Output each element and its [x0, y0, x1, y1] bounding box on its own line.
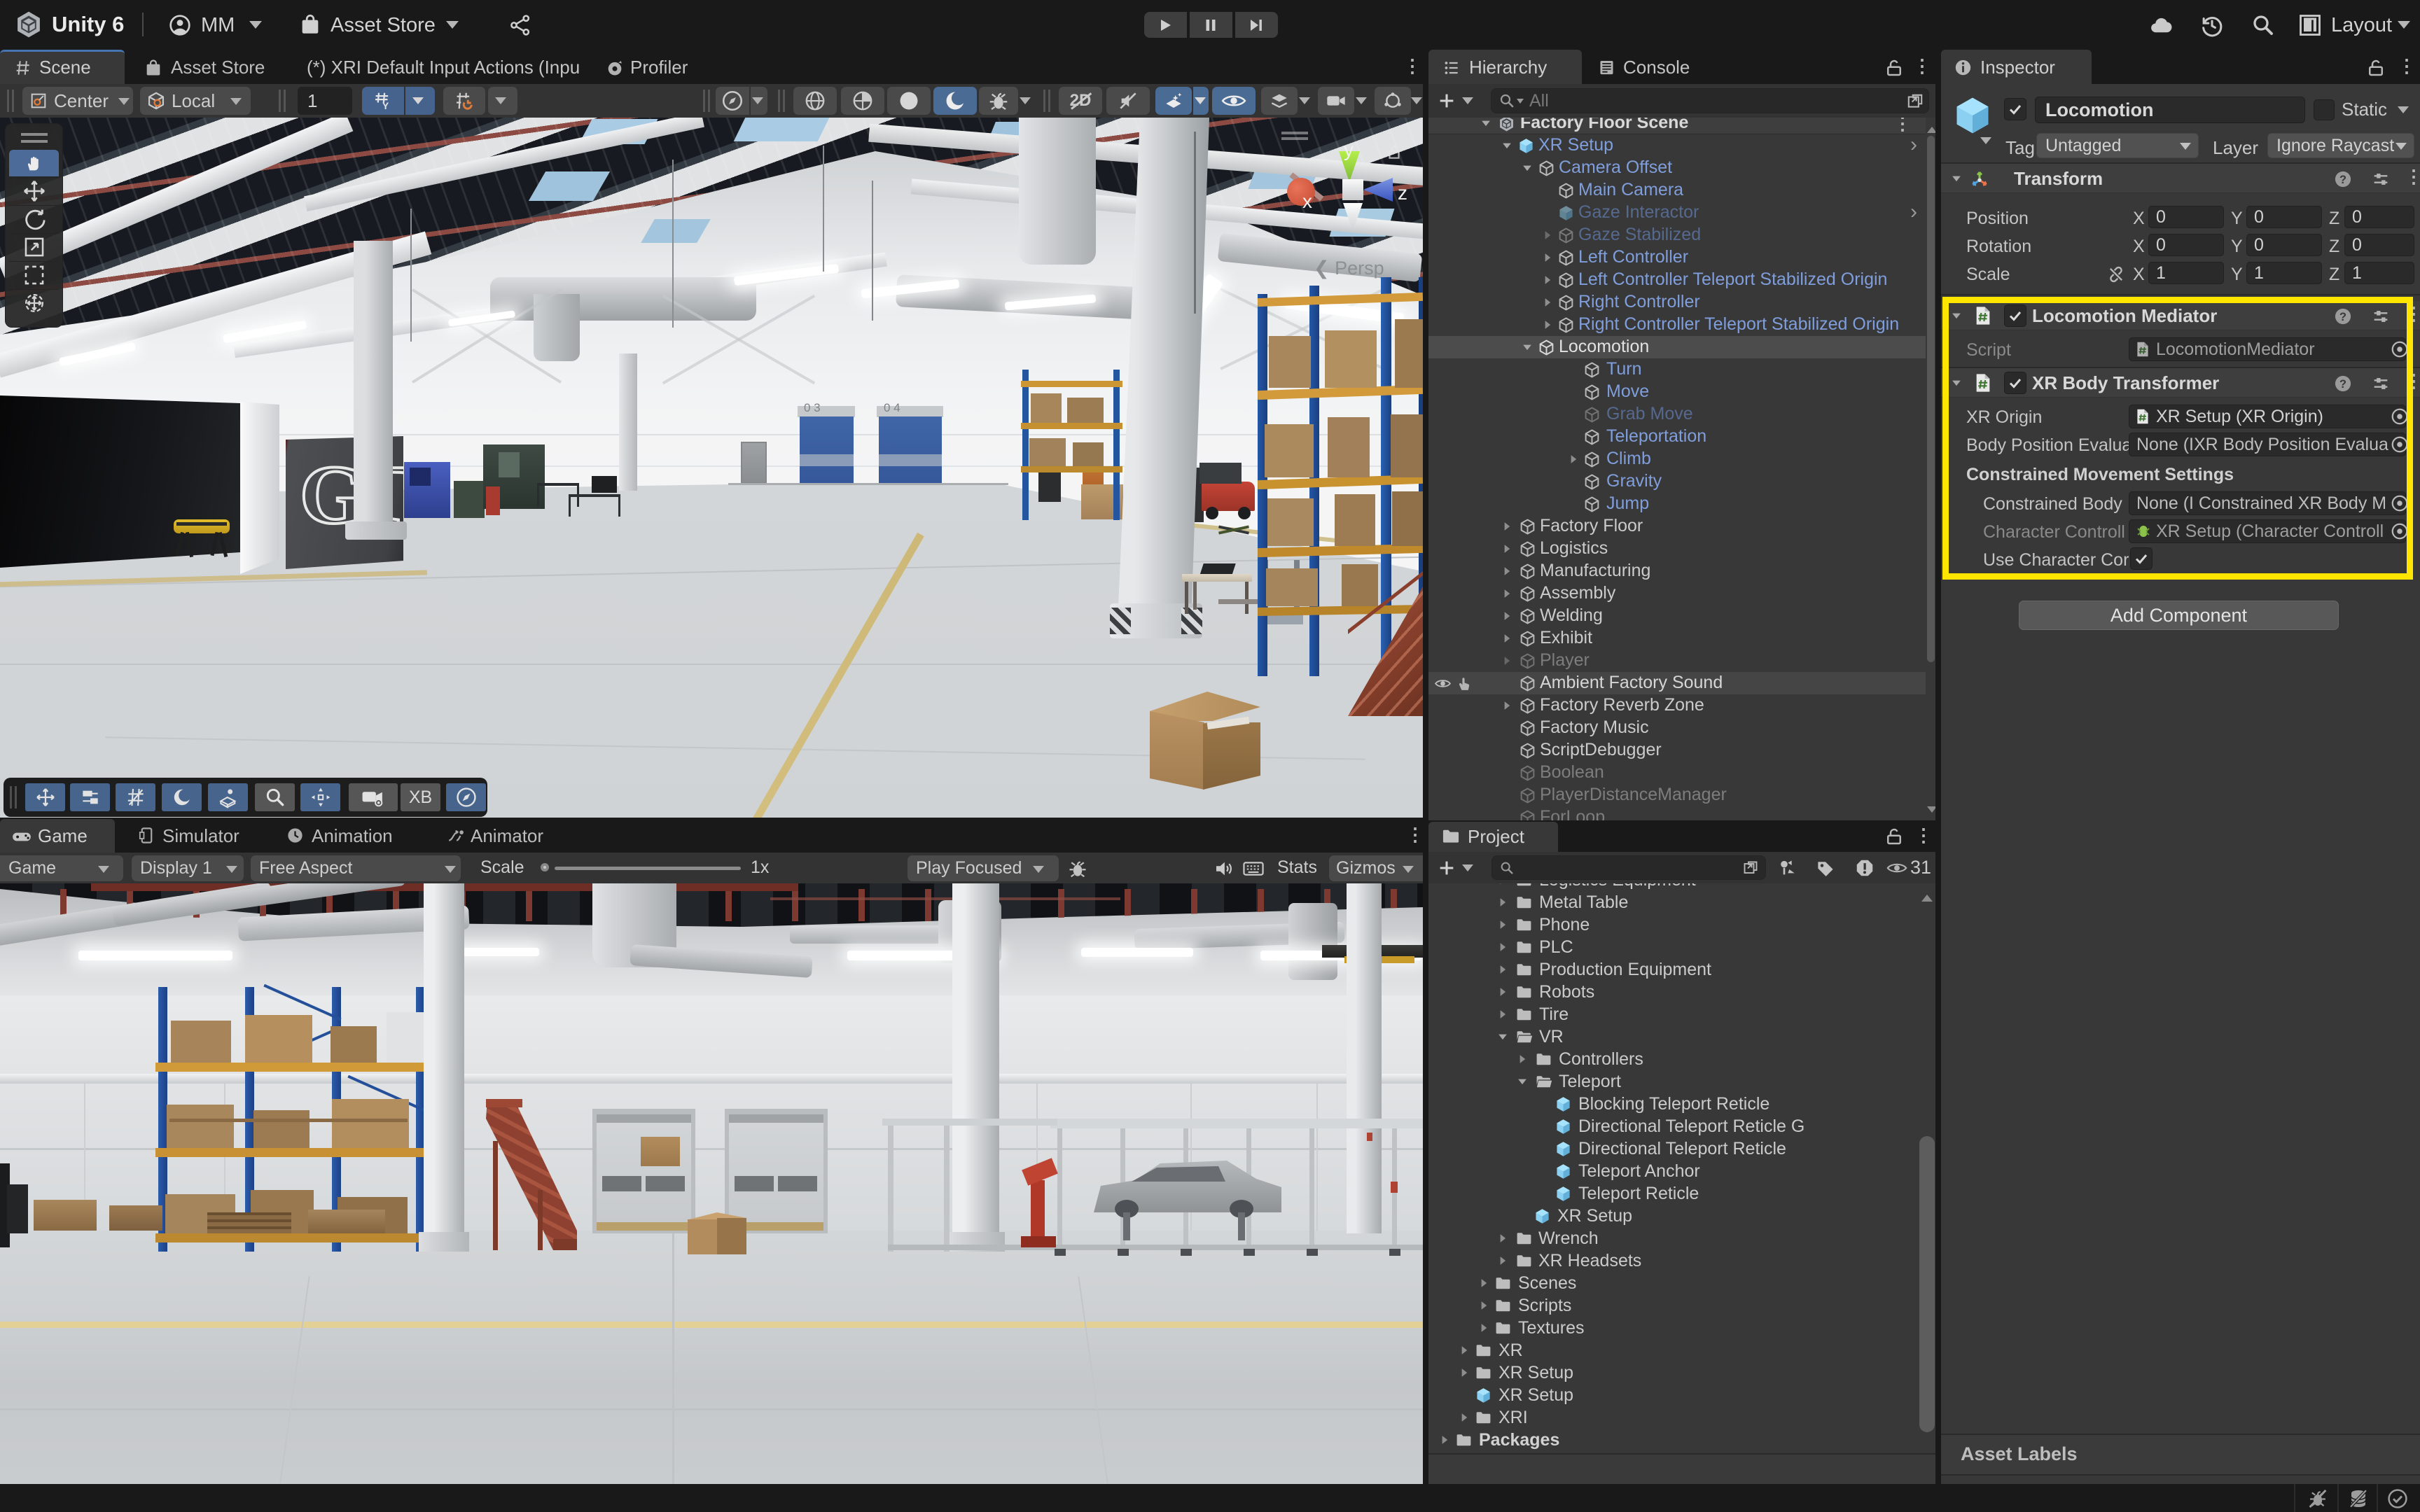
svg-text:Y: Y: [382, 101, 389, 111]
